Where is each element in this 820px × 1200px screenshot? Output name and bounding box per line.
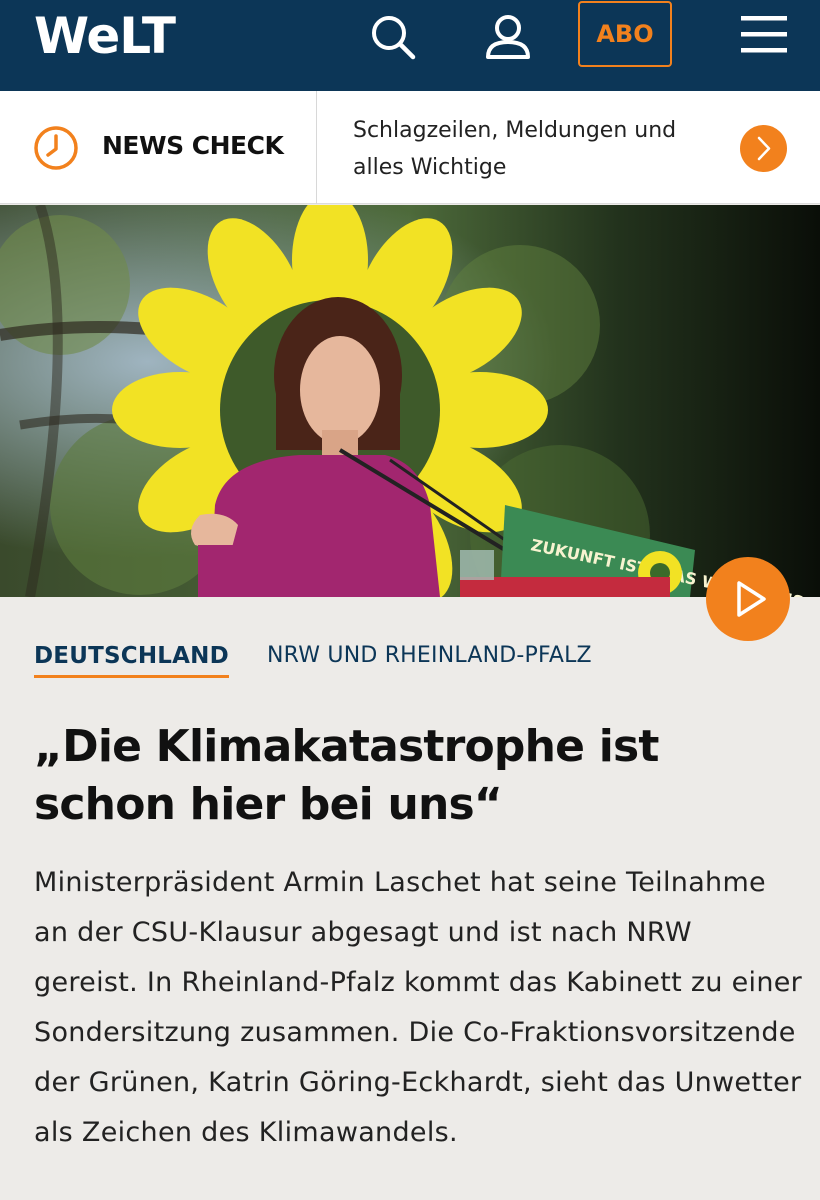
article-headline[interactable]: „Die Klimakatastrophe ist schon hier bei…	[34, 718, 794, 834]
clock-icon	[33, 125, 79, 176]
welt-logo[interactable]: WeLT	[34, 6, 176, 66]
news-check-divider	[316, 91, 317, 204]
news-check-title: NEWS CHECK	[102, 131, 284, 160]
article-teaser: Ministerpräsident Armin Laschet hat sein…	[34, 867, 803, 1148]
site-header: WeLT ABO	[0, 0, 820, 91]
account-icon[interactable]	[483, 12, 533, 62]
play-video-button[interactable]	[706, 557, 790, 641]
hero-image[interactable]: ZUKUNFT IST, WAS WIR DRAUS MACHEN	[0, 205, 820, 597]
abo-button[interactable]: ABO	[578, 1, 672, 67]
search-icon[interactable]	[368, 12, 418, 62]
subcategory-link[interactable]: NRW UND RHEINLAND-PFALZ	[267, 643, 592, 668]
category-link[interactable]: DEUTSCHLAND	[34, 643, 229, 678]
chevron-right-icon[interactable]	[740, 125, 787, 172]
play-icon	[737, 581, 766, 617]
news-check-text[interactable]: Schlagzeilen, Meldungen und alles Wichti…	[353, 112, 733, 186]
menu-icon[interactable]	[739, 10, 789, 60]
